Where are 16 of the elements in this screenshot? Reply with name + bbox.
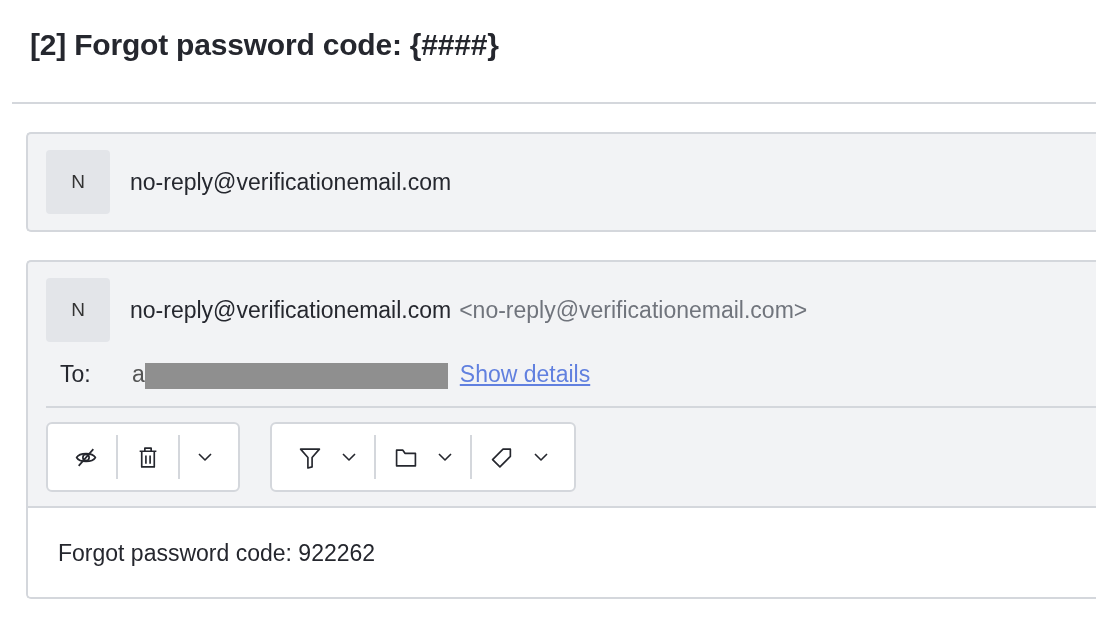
funnel-icon [298, 445, 322, 469]
chevron-down-icon [342, 453, 356, 461]
sender-name: no-reply@verificationemail.com [130, 168, 452, 195]
chevron-down-icon [438, 453, 452, 461]
sender-address: <no-reply@verificationemail.com> [459, 296, 808, 323]
to-label: To: [60, 360, 92, 388]
chevron-down-icon [198, 453, 212, 461]
email-subject: [2] Forgot password code: {####} [29, 27, 500, 63]
sender-name: no-reply@verificationemail.com [130, 296, 452, 323]
recipient: a [132, 360, 145, 388]
avatar: N [46, 150, 110, 214]
avatar: N [46, 278, 110, 342]
show-details-link[interactable]: Show details [459, 360, 591, 388]
message-body: Forgot password code: 922262 [28, 506, 1096, 597]
tag-icon [490, 445, 514, 469]
chevron-down-icon [534, 453, 548, 461]
